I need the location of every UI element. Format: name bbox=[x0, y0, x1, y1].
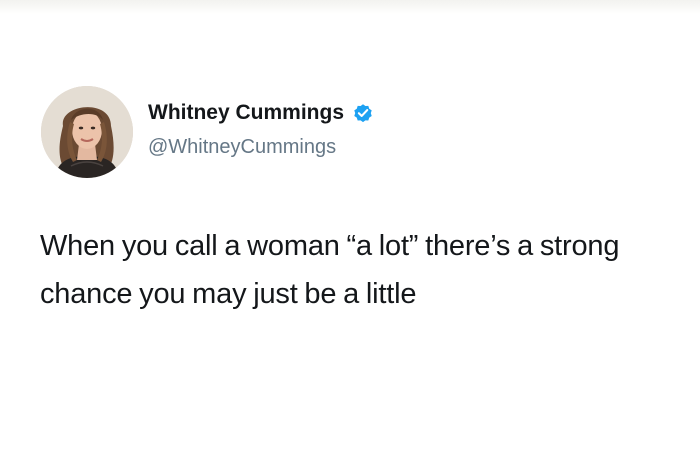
tweet-card: Whitney Cummings @WhitneyCummings When y… bbox=[0, 0, 700, 464]
avatar-photo-icon bbox=[41, 86, 133, 178]
user-handle[interactable]: @WhitneyCummings bbox=[148, 136, 336, 159]
author-name-row: Whitney Cummings bbox=[148, 98, 374, 128]
tweet-text: When you call a woman “a lot” there’s a … bbox=[40, 230, 620, 310]
verified-badge-icon bbox=[352, 102, 374, 124]
avatar[interactable] bbox=[41, 86, 133, 178]
display-name[interactable]: Whitney Cummings bbox=[148, 101, 344, 125]
